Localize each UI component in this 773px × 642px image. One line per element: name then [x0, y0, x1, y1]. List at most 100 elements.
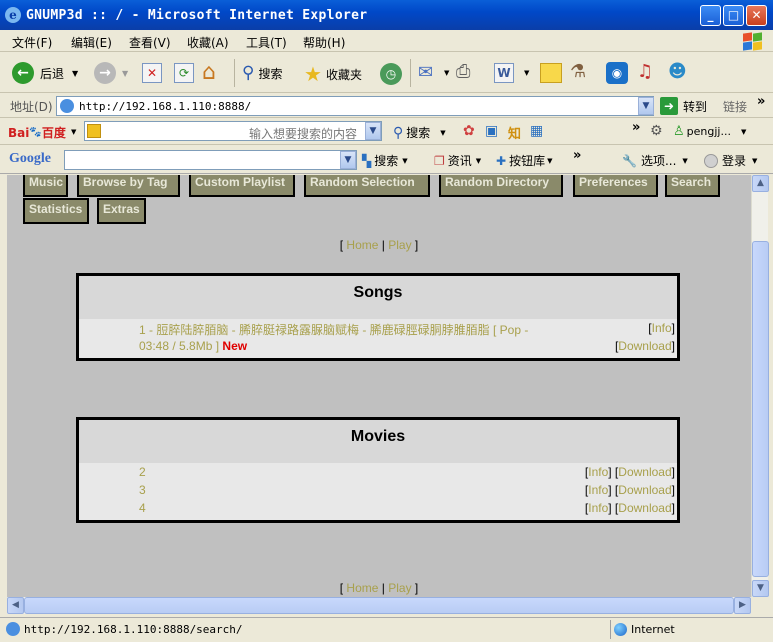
mail-dropdown-icon[interactable]: ▼	[444, 69, 449, 77]
edit-dropdown-icon[interactable]: ▼	[524, 69, 529, 77]
play-link[interactable]: Play	[388, 581, 411, 595]
nav-preferences[interactable]: Preferences	[573, 175, 658, 197]
google-logo[interactable]: Google	[9, 151, 51, 167]
google-news-button[interactable]: ❐ 资讯 ▼	[434, 152, 481, 169]
home-link[interactable]: Home	[346, 238, 378, 252]
close-button[interactable]: ✕	[746, 5, 767, 26]
home-link[interactable]: Home	[346, 581, 378, 595]
menu-help[interactable]: 帮助(H)	[303, 34, 345, 51]
baidu-input-dropdown-icon[interactable]: ▼	[365, 122, 381, 140]
horizontal-scroll-thumb[interactable]	[24, 597, 734, 614]
forward-dropdown-icon[interactable]: ▼	[122, 69, 128, 78]
forward-button[interactable]: → ▼	[94, 62, 128, 84]
scroll-corner	[751, 597, 768, 614]
google-search-button[interactable]: ▚ 搜索 ▼	[362, 152, 408, 169]
google-search-dropdown-icon[interactable]: ▼	[402, 157, 407, 165]
baidu-search-label: 搜索	[406, 126, 431, 140]
baidu-paw-icon: 🐾	[29, 127, 42, 138]
baidu-search-dropdown-icon[interactable]: ▼	[440, 129, 445, 137]
baidu-logo[interactable]: Bai 🐾 百度	[8, 124, 66, 141]
movie-download-link[interactable]: Download	[618, 483, 671, 497]
minimize-button[interactable]: _	[700, 5, 721, 26]
play-link[interactable]: Play	[388, 238, 411, 252]
baidu-menu-dropdown-icon[interactable]: ▼	[71, 128, 76, 136]
menu-file[interactable]: 文件(F)	[12, 34, 52, 51]
google-news-dropdown-icon[interactable]: ▼	[476, 157, 481, 165]
refresh-icon[interactable]: ⟳	[174, 63, 194, 83]
nav-search[interactable]: Search	[665, 175, 720, 197]
google-login-button[interactable]: 登录 ▼	[704, 152, 757, 169]
media-icon[interactable]: ♫	[637, 61, 653, 82]
menu-favorites[interactable]: 收藏(A)	[187, 34, 229, 51]
baidu-tool-icon[interactable]: ✿	[463, 123, 475, 139]
address-input[interactable]: http://192.168.1.110:8888/	[56, 96, 654, 116]
movie-download-link[interactable]: Download	[618, 465, 671, 479]
movie-info-link[interactable]: Info	[588, 483, 608, 497]
movie-link[interactable]: 4	[139, 501, 146, 515]
google-search-input[interactable]	[64, 150, 357, 170]
scroll-right-icon[interactable]: ▶	[734, 597, 751, 614]
baidu-user-label: pengjj...	[686, 125, 731, 138]
menu-edit[interactable]: 编辑(E)	[71, 34, 112, 51]
contacts-icon[interactable]: ☻	[668, 61, 687, 82]
word-edit-icon[interactable]: W	[494, 63, 514, 83]
baidu-user-button[interactable]: ♙ pengjj... ▼	[673, 124, 746, 139]
menu-view[interactable]: 查看(V)	[129, 34, 171, 51]
back-dropdown-icon[interactable]: ▼	[72, 69, 78, 78]
favorites-button[interactable]: ★ 收藏夹	[304, 62, 362, 86]
links-label[interactable]: 链接	[723, 98, 747, 115]
google-options-button[interactable]: 🔧 选项... ▼	[622, 152, 688, 169]
menu-tools[interactable]: 工具(T)	[246, 34, 287, 51]
google-login-dropdown-icon[interactable]: ▼	[752, 157, 757, 165]
discuss-icon[interactable]	[540, 63, 562, 83]
research-icon[interactable]: ⚗	[570, 61, 586, 82]
baidu-image-icon[interactable]: ▣	[485, 123, 498, 139]
baidu-search-button[interactable]: ⚲ 搜索 ▼	[393, 124, 446, 141]
vertical-scrollbar[interactable]: ▲ ▼	[751, 175, 769, 597]
nav-statistics[interactable]: Statistics	[23, 198, 89, 224]
baidu-grid-icon[interactable]: ▦	[530, 123, 543, 139]
nav-random-directory[interactable]: Random Directory	[439, 175, 563, 197]
google-buttons-dropdown-icon[interactable]: ▼	[547, 157, 552, 165]
home-icon[interactable]: ⌂	[202, 60, 216, 85]
movie-info-link[interactable]: Info	[588, 465, 608, 479]
song-download-link[interactable]: Download	[618, 339, 671, 353]
nav-random-selection[interactable]: Random Selection	[304, 175, 430, 197]
google-options-dropdown-icon[interactable]: ▼	[682, 157, 687, 165]
go-button[interactable]: ➜ 转到	[660, 97, 707, 115]
messenger-icon[interactable]: ◉	[606, 62, 628, 84]
horizontal-scrollbar[interactable]: ◀ ▶	[7, 597, 751, 614]
baidu-user-dropdown-icon[interactable]: ▼	[741, 128, 746, 136]
stop-icon[interactable]: ✕	[142, 63, 162, 83]
maximize-button[interactable]: □	[723, 5, 744, 26]
google-input-dropdown-icon[interactable]: ▼	[340, 151, 356, 169]
movie-info-link[interactable]: Info	[588, 501, 608, 515]
mail-icon[interactable]: ✉	[418, 62, 433, 83]
nav-extras[interactable]: Extras	[97, 198, 146, 224]
movie-download-link[interactable]: Download	[618, 501, 671, 515]
movie-link[interactable]: 2	[139, 465, 146, 479]
google-more-icon[interactable]: »	[573, 148, 581, 163]
search-button[interactable]: ⚲ 搜索	[242, 63, 282, 83]
back-button[interactable]: ← 后退 ▼	[12, 62, 78, 84]
song-info-link[interactable]: Info	[652, 321, 672, 335]
nav-browse-by-tag[interactable]: Browse by Tag	[77, 175, 180, 197]
history-icon[interactable]: ◷	[380, 63, 402, 85]
baidu-know-icon[interactable]: 知	[508, 123, 521, 142]
nav-music[interactable]: Music	[23, 175, 68, 197]
song-title-link[interactable]: 1 - 脰脺陆脺脜脑 - 脪脺脡禄路露脲脑赋梅 - 脪鹿碌脛碌胴脖脽脜脂 [ P…	[139, 321, 528, 338]
print-icon[interactable]: ⎙	[456, 61, 470, 82]
scroll-left-icon[interactable]: ◀	[7, 597, 24, 614]
nav-custom-playlist[interactable]: Custom Playlist	[189, 175, 295, 197]
scroll-down-icon[interactable]: ▼	[752, 580, 769, 597]
links-chevron-icon[interactable]: »	[757, 94, 765, 109]
baidu-more-icon[interactable]: »	[632, 120, 640, 135]
baidu-search-input[interactable]: 输入想要搜索的内容	[84, 121, 382, 141]
scroll-up-icon[interactable]: ▲	[752, 175, 769, 192]
google-buttons-button[interactable]: ✚ 按钮库 ▼	[496, 152, 552, 169]
movie-row: 2 [Info] [Download]	[79, 463, 677, 481]
vertical-scroll-thumb[interactable]	[752, 241, 769, 577]
baidu-settings-gear-icon[interactable]: ⚙	[650, 123, 663, 139]
address-dropdown-icon[interactable]: ▼	[638, 97, 654, 115]
movie-link[interactable]: 3	[139, 483, 146, 497]
